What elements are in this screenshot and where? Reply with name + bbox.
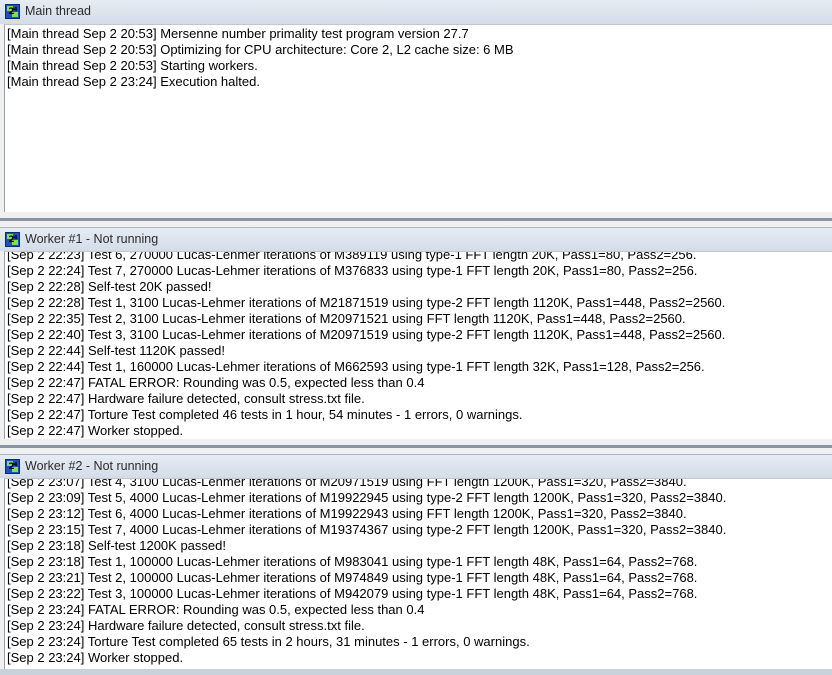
log-line: [Sep 2 23:22] Test 3, 100000 Lucas-Lehme… — [7, 586, 698, 601]
log-line: [Sep 2 22:40] Test 3, 3100 Lucas-Lehmer … — [7, 327, 726, 342]
log-line: [Sep 2 22:47] FATAL ERROR: Rounding was … — [7, 375, 425, 390]
log-line: [Sep 2 22:28] Self-test 20K passed! — [7, 279, 212, 294]
window-divider — [0, 218, 832, 221]
log-line: [Sep 2 23:24] Torture Test completed 65 … — [7, 634, 530, 649]
main-thread-log-area[interactable]: [Main thread Sep 2 20:53] Mersenne numbe… — [4, 24, 832, 212]
log-line: [Sep 2 23:15] Test 7, 4000 Lucas-Lehmer … — [7, 522, 727, 537]
log-line: [Sep 2 23:12] Test 6, 4000 Lucas-Lehmer … — [7, 506, 687, 521]
log-line: [Sep 2 23:09] Test 5, 4000 Lucas-Lehmer … — [7, 490, 727, 505]
log-line: [Main thread Sep 2 20:53] Optimizing for… — [7, 42, 514, 57]
log-line: [Sep 2 23:24] Hardware failure detected,… — [7, 618, 365, 633]
log-line: [Sep 2 22:28] Test 1, 3100 Lucas-Lehmer … — [7, 295, 726, 310]
log-line: [Main thread Sep 2 20:53] Mersenne numbe… — [7, 26, 469, 41]
log-line: [Sep 2 23:07] Test 4, 3100 Lucas-Lehmer … — [7, 478, 687, 489]
log-line: [Sep 2 22:35] Test 2, 3100 Lucas-Lehmer … — [7, 311, 686, 326]
log-line: [Main thread Sep 2 20:53] Starting worke… — [7, 58, 258, 73]
log-line: [Main thread Sep 2 23:24] Execution halt… — [7, 74, 260, 89]
window-divider — [0, 445, 832, 448]
main-thread-title-bar[interactable]: 2⁴ Main thread — [0, 0, 832, 24]
worker-1-log-area[interactable]: [Sep 2 22:23] Test 6, 270000 Lucas-Lehme… — [4, 251, 832, 439]
main-thread-window[interactable]: 2⁴ Main thread [Main thread Sep 2 20:53]… — [0, 0, 832, 218]
window-title: Worker #1 - Not running — [25, 232, 159, 246]
prime95-app-icon: 2⁴ — [5, 459, 20, 474]
log-line: [Sep 2 22:24] Test 7, 270000 Lucas-Lehme… — [7, 263, 698, 278]
log-line: [Sep 2 22:44] Self-test 1120K passed! — [7, 343, 226, 358]
log-line: [Sep 2 22:23] Test 6, 270000 Lucas-Lehme… — [7, 251, 697, 262]
log-line: [Sep 2 22:47] Worker stopped. — [7, 423, 184, 438]
window-title: Main thread — [25, 4, 92, 18]
window-title: Worker #2 - Not running — [25, 459, 159, 473]
prime95-app-icon: 2⁴ — [5, 232, 20, 247]
worker-2-title-bar[interactable]: 2⁴ Worker #2 - Not running — [0, 454, 832, 478]
log-line: [Sep 2 23:24] FATAL ERROR: Rounding was … — [7, 602, 425, 617]
worker-2-log-area[interactable]: [Sep 2 23:07] Test 4, 3100 Lucas-Lehmer … — [4, 478, 832, 669]
window-divider — [0, 669, 832, 675]
worker-2-window[interactable]: 2⁴ Worker #2 - Not running [Sep 2 23:07]… — [0, 454, 832, 675]
log-line: [Sep 2 23:21] Test 2, 100000 Lucas-Lehme… — [7, 570, 698, 585]
log-line: [Sep 2 22:47] Hardware failure detected,… — [7, 391, 365, 406]
log-line: [Sep 2 22:44] Test 1, 160000 Lucas-Lehme… — [7, 359, 705, 374]
worker-1-window[interactable]: 2⁴ Worker #1 - Not running [Sep 2 22:23]… — [0, 227, 832, 445]
log-line: [Sep 2 23:18] Test 1, 100000 Lucas-Lehme… — [7, 554, 698, 569]
worker-1-title-bar[interactable]: 2⁴ Worker #1 - Not running — [0, 227, 832, 251]
log-line: [Sep 2 22:47] Torture Test completed 46 … — [7, 407, 523, 422]
log-line: [Sep 2 23:18] Self-test 1200K passed! — [7, 538, 226, 553]
prime95-app-icon: 2⁴ — [5, 4, 20, 19]
log-line: [Sep 2 23:24] Worker stopped. — [7, 650, 184, 665]
